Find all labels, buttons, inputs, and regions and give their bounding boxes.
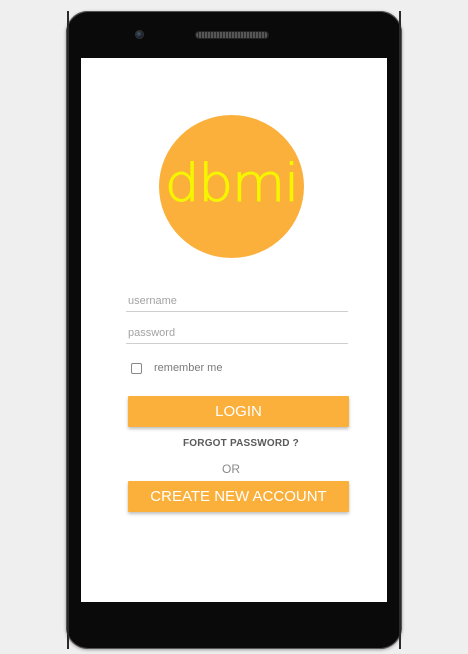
login-button[interactable]: LOGIN (128, 396, 349, 427)
phone-edge-left (67, 11, 69, 649)
remember-me-checkbox[interactable] (131, 362, 142, 374)
forgot-password-link[interactable]: FORGOT PASSWORD ? (81, 438, 401, 449)
username-input[interactable] (126, 290, 348, 312)
speaker-grille-icon (196, 32, 268, 38)
password-input[interactable] (126, 322, 348, 344)
or-separator: OR (222, 462, 240, 476)
remember-me-row[interactable]: remember me (131, 362, 222, 374)
remember-me-label: remember me (154, 362, 223, 374)
phone-edge-right (399, 11, 401, 649)
app-screen: dbmi remember me LOGIN FORGOT PASSWORD ?… (81, 58, 387, 602)
phone-frame: dbmi remember me LOGIN FORGOT PASSWORD ?… (66, 11, 402, 649)
create-account-button[interactable]: CREATE NEW ACCOUNT (128, 481, 349, 512)
logo-text: dbmi (164, 153, 300, 214)
front-camera-icon (135, 30, 144, 39)
brand-logo: dbmi (159, 115, 304, 258)
